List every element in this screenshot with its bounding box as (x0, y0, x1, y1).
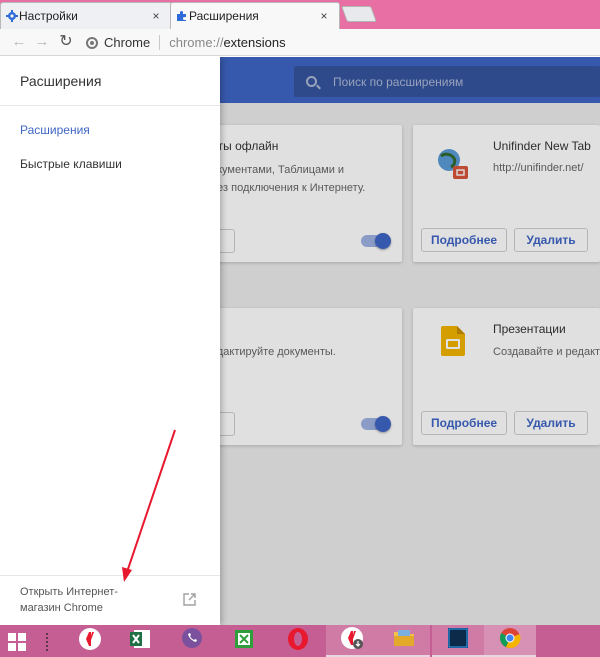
windows-start-icon[interactable] (8, 633, 26, 651)
extensions-page: Поиск по расширениям нты офлайн окумента… (0, 57, 600, 625)
taskbar-app-excel-green[interactable] (218, 625, 270, 657)
folder-icon (392, 626, 416, 655)
site-chip: Chrome (104, 35, 161, 50)
chrome-icon (498, 626, 522, 655)
taskbar-app-chrome[interactable] (484, 625, 536, 657)
yandex-browser-icon (78, 627, 102, 656)
taskbar-app-photoshop[interactable] (432, 625, 484, 657)
address-bar[interactable]: Chrome chrome:// extensions (86, 33, 600, 52)
divider (0, 575, 220, 576)
divider (0, 105, 220, 106)
taskbar-app-yandex-browser[interactable] (64, 625, 116, 657)
drawer-item-extensions[interactable]: Расширения (20, 123, 90, 137)
reload-button[interactable]: ↻ (57, 33, 75, 51)
screen: Настройки × Расширения × ← → ↻ Chrome ch… (0, 0, 600, 657)
taskbar-app-yandex-download[interactable] (326, 625, 378, 657)
back-button[interactable]: ← (10, 33, 28, 51)
url-host: extensions (223, 35, 286, 50)
tab-title: Расширения (189, 9, 259, 23)
tab-close-icon[interactable]: × (149, 9, 163, 23)
viber-icon (180, 627, 204, 656)
excel-icon (128, 627, 152, 656)
tab-strip: Настройки × Расширения × (0, 0, 600, 29)
open-web-store-link[interactable]: Открыть Интернет- магазин Chrome (20, 584, 150, 616)
browser-toolbar: ← → ↻ Chrome chrome:// extensions (0, 29, 600, 56)
forward-button[interactable]: → (33, 33, 51, 51)
new-tab-button[interactable] (341, 6, 377, 22)
side-drawer: Расширения Расширения Быстрые клавиши От… (0, 57, 220, 625)
tab-title: Настройки (19, 9, 78, 23)
web-store-label-line: магазин Chrome (20, 602, 103, 614)
taskbar-grip[interactable] (45, 632, 49, 652)
photoshop-icon (446, 626, 470, 655)
drawer-title: Расширения (20, 73, 102, 89)
taskbar-app-file-explorer[interactable] (378, 625, 430, 657)
web-store-label-line: Открыть Интернет- (20, 586, 118, 598)
chrome-icon (86, 36, 98, 49)
taskbar-app-viber[interactable] (166, 625, 218, 657)
tab-settings[interactable]: Настройки × (0, 2, 172, 29)
gear-icon (6, 10, 18, 22)
spreadsheet-icon (232, 627, 256, 656)
url-scheme: chrome:// (169, 35, 224, 50)
puzzle-icon (176, 10, 188, 22)
tab-extensions[interactable]: Расширения × (170, 2, 340, 29)
windows-taskbar (0, 625, 600, 657)
opera-icon (286, 627, 310, 656)
tab-close-icon[interactable]: × (317, 9, 331, 23)
external-link-icon[interactable] (183, 593, 196, 606)
drawer-item-keyboard-shortcuts[interactable]: Быстрые клавиши (20, 157, 122, 171)
taskbar-app-excel[interactable] (114, 625, 166, 657)
taskbar-app-opera[interactable] (272, 625, 324, 657)
yandex-download-icon (340, 626, 364, 655)
